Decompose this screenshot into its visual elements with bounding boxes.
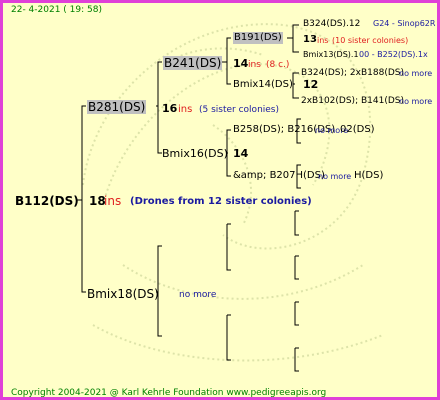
root-note: (Drones from 12 sister colonies) (130, 196, 312, 207)
pedigree-chart: 22- 4-2021 ( 19: 58) B112(DS) 18 ins (Dr… (0, 0, 440, 400)
gen1-node-1: B281(DS) (87, 100, 147, 114)
gen3-2-ins-count: 12 (303, 78, 319, 91)
gen1-2-note: no more (179, 290, 217, 300)
gen2-node-1: B241(DS) (163, 56, 223, 70)
gen2-2-ins-count: 14 (233, 147, 249, 160)
gen1-1-note: (5 sister colonies) (199, 105, 280, 115)
gen4-1-extra: G24 - Sinop62R (373, 19, 436, 28)
gen3-3-suffix: 02(DS) (340, 124, 375, 135)
gen4-5-note: no more (399, 97, 433, 106)
root-node: B112(DS) (15, 194, 79, 208)
gen3-4-suffix: H(DS) (354, 170, 384, 181)
footer-copyright: Copyright 2004-2021 @ Karl Kehrle Founda… (11, 388, 327, 398)
gen4-node-5: 2xB102(DS); B141(DS) (301, 96, 404, 106)
gen1-1-ins-count: 16 (162, 102, 178, 115)
gen1-1-ins-word: ins (178, 104, 193, 115)
gen2-node-2: Bmix16(DS) (162, 147, 228, 160)
gen4-2-note: (10 sister colonies) (332, 36, 409, 45)
gen3-node-2: Bmix14(DS) (233, 79, 293, 90)
gen4-3-extra: 00 - B252(DS).1x (359, 50, 428, 59)
gen4-4-note: no more (399, 69, 433, 78)
gen3-4-note: no more (318, 172, 352, 181)
gen3-node-1: B191(DS) (233, 32, 283, 44)
gen4-2-ins-count: 13 (303, 34, 317, 45)
date-line: 22- 4-2021 ( 19: 58) (11, 5, 102, 15)
gen4-node-1: B324(DS).12 (303, 19, 361, 29)
gen2-1-ins-count: 14 (233, 57, 249, 70)
gen1-node-2: Bmix18(DS) (87, 287, 159, 301)
gen3-node-4: &amp; B207H(DS) (233, 170, 325, 181)
gen2-1-note: (8 c.) (266, 60, 290, 70)
gen2-1-ins-word: ins (248, 60, 261, 70)
gen4-node-3: Bmix13(DS).1 (303, 50, 359, 59)
gen4-2-ins-word: ins (317, 36, 329, 45)
root-ins-word: ins (104, 194, 122, 208)
gen4-node-4: B324(DS); 2xB188(DS) (301, 68, 404, 78)
